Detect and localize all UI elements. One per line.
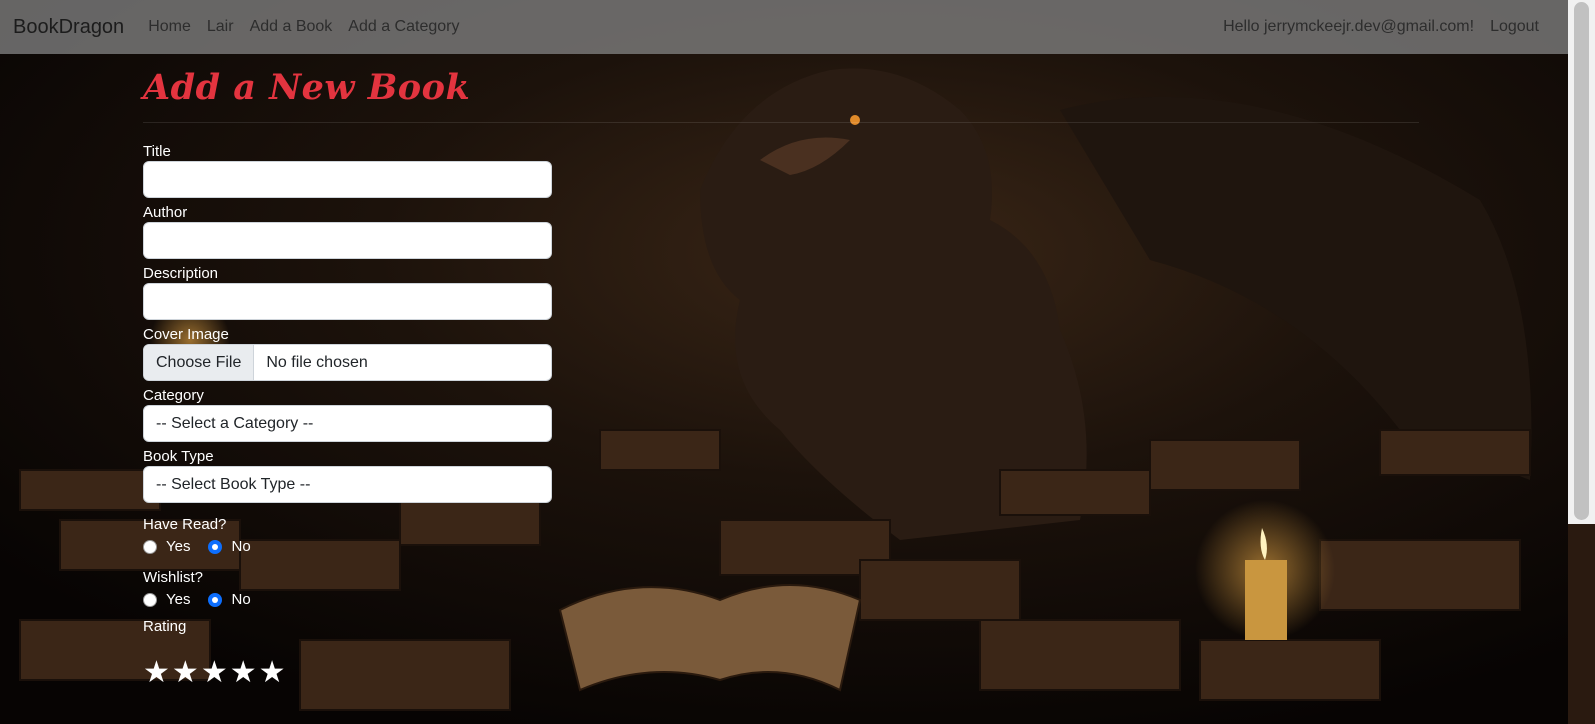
- wishlist-yes-label[interactable]: Yes: [166, 591, 190, 608]
- star-icon[interactable]: ★: [172, 658, 199, 688]
- user-greeting: Hello jerrymckeejr.dev@gmail.com!: [1223, 18, 1475, 35]
- rating-stars: ★ ★ ★ ★ ★: [143, 658, 1419, 688]
- description-input[interactable]: [143, 283, 552, 320]
- brand-logo[interactable]: BookDragon: [13, 16, 124, 39]
- author-input[interactable]: [143, 222, 552, 259]
- logout-link[interactable]: Logout: [1490, 18, 1539, 36]
- nav-home[interactable]: Home: [148, 18, 191, 36]
- navbar: BookDragon Home Lair Add a Book Add a Ca…: [0, 0, 1595, 54]
- have-read-yes-radio[interactable]: [143, 539, 157, 554]
- rating-label: Rating: [143, 618, 187, 635]
- title-input[interactable]: [143, 161, 552, 198]
- book-type-select[interactable]: -- Select Book Type --: [143, 466, 552, 503]
- book-type-label: Book Type: [143, 448, 214, 465]
- scrollbar-track[interactable]: [1568, 524, 1595, 724]
- star-icon[interactable]: ★: [201, 658, 228, 688]
- category-select[interactable]: -- Select a Category --: [143, 405, 552, 442]
- star-icon[interactable]: ★: [259, 658, 286, 688]
- wishlist-yes-radio[interactable]: [143, 592, 157, 607]
- file-status: No file chosen: [266, 353, 368, 371]
- add-book-form: Add a New Book Title Author Description …: [143, 62, 1419, 688]
- wishlist-no-label[interactable]: No: [231, 591, 250, 608]
- nav-add-category[interactable]: Add a Category: [348, 18, 459, 36]
- nav-add-book[interactable]: Add a Book: [250, 18, 333, 36]
- cover-image-file-input[interactable]: Choose File No file chosen: [143, 344, 552, 381]
- title-label: Title: [143, 143, 171, 160]
- wishlist-options: Yes No: [143, 591, 1419, 608]
- nav-user-area: Hello jerrymckeejr.dev@gmail.com! Logout: [1223, 18, 1539, 36]
- star-icon[interactable]: ★: [230, 658, 257, 688]
- wishlist-label: Wishlist?: [143, 569, 204, 586]
- choose-file-button[interactable]: Choose File: [144, 345, 255, 380]
- wishlist-no-radio[interactable]: [208, 592, 223, 607]
- scrollbar-thumb[interactable]: [1574, 2, 1589, 520]
- nav-lair[interactable]: Lair: [207, 18, 234, 36]
- description-label: Description: [143, 265, 219, 282]
- have-read-no-radio[interactable]: [208, 539, 223, 554]
- have-read-no-label[interactable]: No: [231, 538, 250, 555]
- have-read-yes-label[interactable]: Yes: [166, 538, 190, 555]
- scrollbar[interactable]: [1568, 0, 1595, 724]
- have-read-label: Have Read?: [143, 516, 227, 533]
- cover-image-label: Cover Image: [143, 326, 229, 343]
- title-divider: [143, 122, 1419, 123]
- page-title: Add a New Book: [143, 67, 471, 108]
- author-label: Author: [143, 204, 188, 221]
- have-read-options: Yes No: [143, 538, 1419, 555]
- star-icon[interactable]: ★: [143, 658, 170, 688]
- category-label: Category: [143, 387, 204, 404]
